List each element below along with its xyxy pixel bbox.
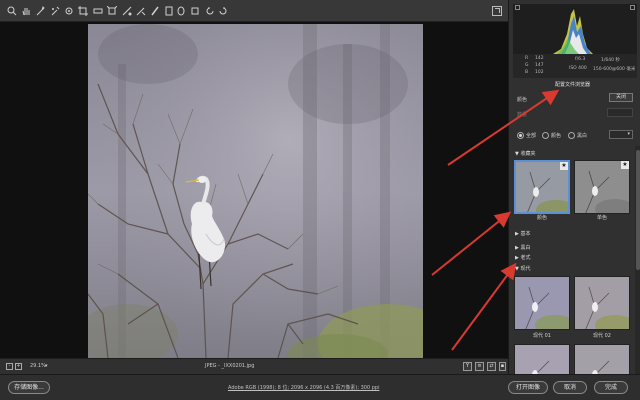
- zoom-dropdown-icon[interactable]: ▾: [45, 363, 48, 369]
- favorite-star-icon[interactable]: ★: [560, 162, 568, 170]
- profile-thumb-modern-01[interactable]: [514, 276, 570, 330]
- profile-list: ▼ 收藏夹 ★ 颜色 ★ 单色 ▶ 基本 ▶ 黑白 ▶ 老式 ▼ 现代 现代 0…: [509, 146, 635, 374]
- photo-preview: [88, 24, 423, 358]
- rotate-right-icon[interactable]: [218, 6, 228, 16]
- toolbar: [0, 0, 508, 22]
- profile-browser-title: 配置文件浏览器: [555, 82, 591, 88]
- compare-view-button[interactable]: ≡: [475, 362, 484, 371]
- white-balance-icon[interactable]: [35, 6, 45, 16]
- settings-view-icon[interactable]: ▪: [499, 362, 506, 371]
- hand-icon[interactable]: [21, 6, 31, 16]
- red-eye-icon[interactable]: [136, 6, 146, 16]
- egret-photo: [88, 24, 423, 358]
- save-image-button[interactable]: 存储图像...: [8, 381, 50, 394]
- right-panel: R 142 G 147 B 102 f/6.3 1/640 秒 ISO 400 …: [508, 0, 640, 374]
- amount-slider[interactable]: [607, 108, 633, 117]
- profile-thumb-modern-03[interactable]: [514, 344, 570, 374]
- rotate-left-icon[interactable]: [205, 6, 215, 16]
- target-adjust-icon[interactable]: [64, 6, 74, 16]
- profile-thumb-monochrome[interactable]: ★: [574, 160, 630, 214]
- close-button[interactable]: 关闭: [609, 93, 633, 102]
- amount-label: 数量: [517, 112, 528, 118]
- preferences-icon[interactable]: [190, 6, 200, 16]
- exif-info: R 142 G 147 B 102 f/6.3 1/640 秒 ISO 400 …: [513, 54, 637, 78]
- highlight-clipping-icon[interactable]: [630, 5, 635, 10]
- zoom-out-button[interactable]: -: [6, 363, 13, 370]
- status-bar: - + 29.1% ▾ JPEG - _IXX0201.jpg Y ≡ ⇄ ▪: [0, 358, 508, 374]
- transform-icon[interactable]: [107, 6, 117, 16]
- swap-view-button[interactable]: ⇄: [487, 362, 496, 371]
- image-canvas[interactable]: [0, 22, 508, 358]
- fullscreen-toggle-icon[interactable]: [492, 6, 502, 16]
- favorite-star-icon[interactable]: ★: [621, 161, 629, 169]
- open-image-button[interactable]: 打开图像: [508, 381, 548, 394]
- group-basic[interactable]: ▶ 基本: [515, 230, 530, 237]
- group-legacy[interactable]: ▶ 老式: [515, 254, 530, 261]
- radial-filter-icon[interactable]: [176, 6, 186, 16]
- zoom-level[interactable]: 29.1%: [30, 363, 46, 369]
- shadow-clipping-icon[interactable]: [515, 5, 520, 10]
- filter-color-radio[interactable]: [542, 132, 549, 139]
- straighten-icon[interactable]: [93, 6, 103, 16]
- scrollbar-thumb[interactable]: [636, 150, 640, 270]
- filter-bw-radio[interactable]: [568, 132, 575, 139]
- group-modern[interactable]: ▼ 现代: [515, 265, 530, 272]
- bottom-bar: 存储图像... Adobe RGB (1998); 8 位; 2096 x 20…: [0, 374, 640, 400]
- view-toggle-button[interactable]: Y: [463, 362, 472, 371]
- file-name: JPEG - _IXX0201.jpg: [205, 363, 255, 369]
- workflow-options-link[interactable]: Adobe RGB (1998); 8 位; 2096 x 2096 (4.3 …: [228, 384, 379, 391]
- group-bw[interactable]: ▶ 黑白: [515, 244, 530, 251]
- done-button[interactable]: 完成: [594, 381, 628, 394]
- filter-all-radio[interactable]: [517, 132, 524, 139]
- profile-list-scrollbar[interactable]: [635, 146, 640, 374]
- profile-thumb-modern-04[interactable]: [574, 344, 630, 374]
- profile-name: 颜色: [517, 97, 528, 103]
- histogram-graph: [553, 9, 593, 54]
- crop-icon[interactable]: [78, 6, 88, 16]
- profile-thumb-modern-02[interactable]: [574, 276, 630, 330]
- zoom-icon[interactable]: [7, 6, 17, 16]
- view-mode-dropdown[interactable]: ▾: [609, 130, 633, 139]
- profile-thumb-color[interactable]: ★: [514, 160, 570, 214]
- zoom-in-button[interactable]: +: [15, 363, 22, 370]
- graduated-filter-icon[interactable]: [164, 6, 174, 16]
- adjust-brush-icon[interactable]: [150, 6, 160, 16]
- color-sampler-icon[interactable]: [50, 6, 60, 16]
- spot-removal-icon[interactable]: [122, 6, 132, 16]
- histogram: [513, 4, 637, 54]
- cancel-button[interactable]: 取消: [553, 381, 587, 394]
- group-favorites[interactable]: ▼ 收藏夹: [515, 150, 535, 157]
